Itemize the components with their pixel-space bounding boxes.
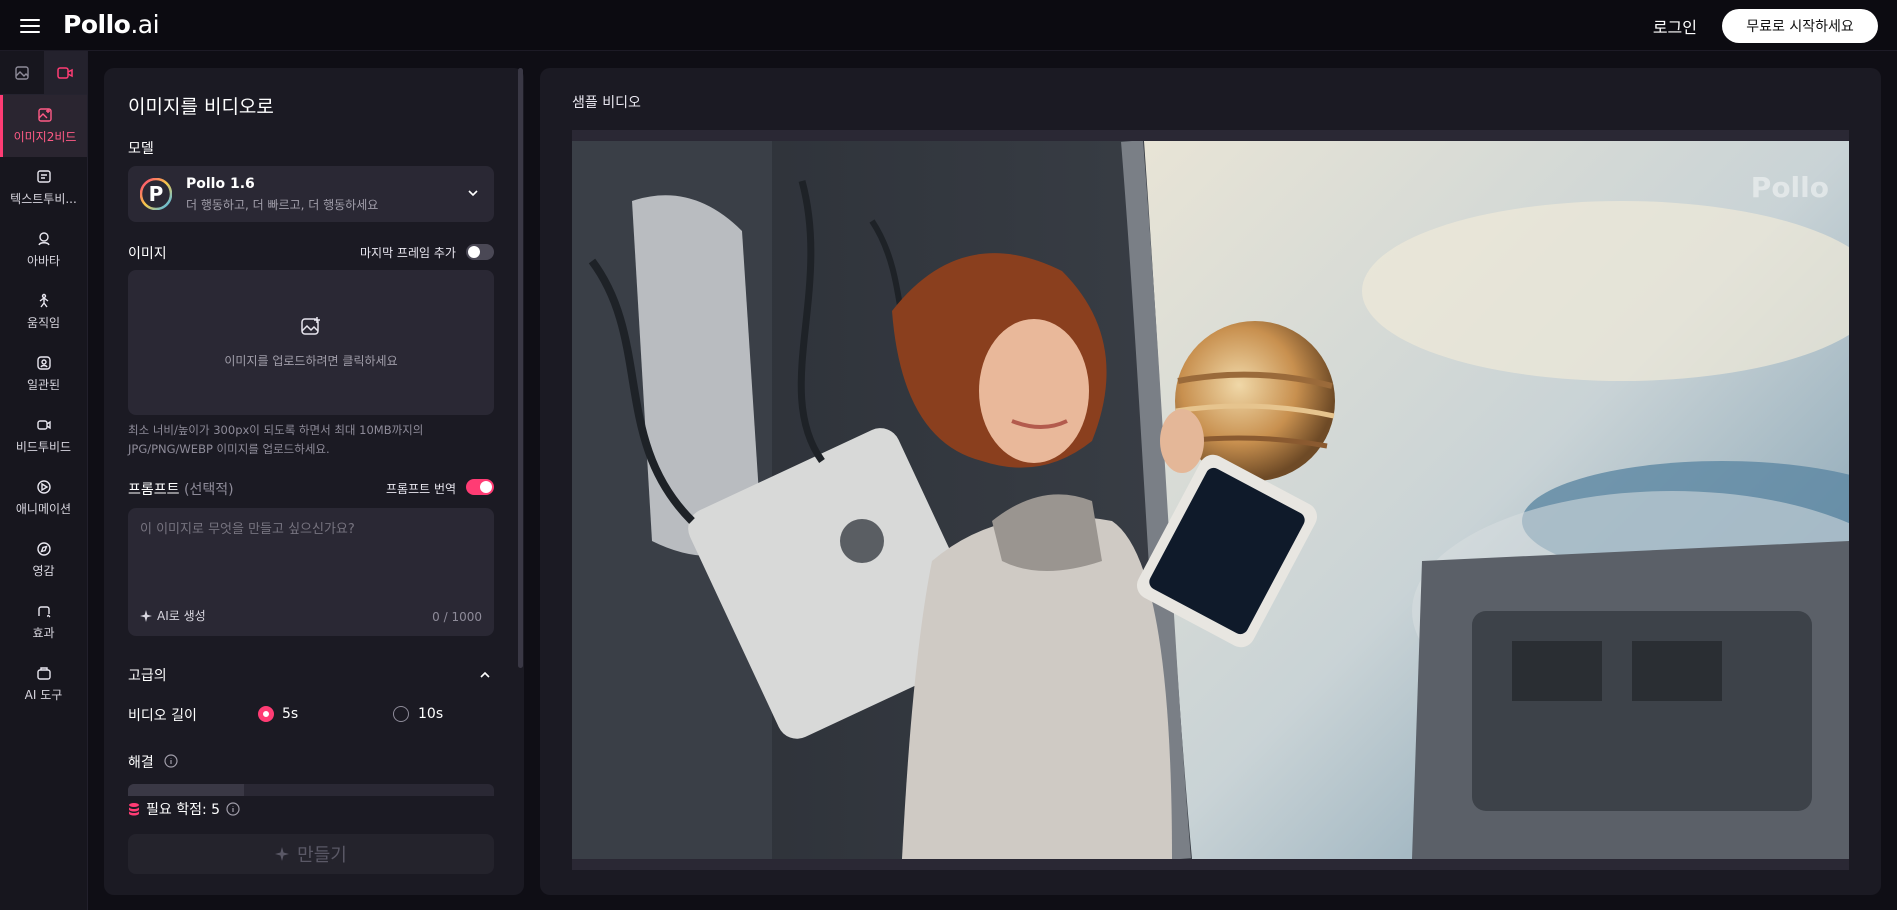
sidebar-item-label: 이미지2비드 — [13, 130, 77, 144]
sidebar-item-1[interactable]: 텍스트투비... — [0, 157, 87, 219]
chevron-up-icon[interactable] — [478, 668, 492, 682]
start-free-button[interactable]: 무료로 시작하세요 — [1722, 9, 1878, 43]
credits-text: 필요 학점: 5 — [146, 802, 221, 818]
duration-label: 비디오 길이 — [128, 708, 197, 724]
last-frame-label: 마지막 프레임 추가 — [360, 246, 456, 260]
info-icon[interactable] — [164, 754, 178, 768]
sidebar-item-5[interactable]: 비드투비드 — [0, 405, 87, 467]
ai-tools-icon — [36, 667, 51, 680]
info-icon[interactable] — [226, 802, 240, 816]
top-bar: Pollo.ai 로그인 무료로 시작하세요 — [0, 0, 1897, 51]
text-to-video-icon — [36, 170, 51, 183]
sidebar-item-label: AI 도구 — [24, 688, 63, 702]
sidebar-item-label: 애니메이션 — [15, 502, 72, 516]
create-label: 만들기 — [297, 845, 347, 866]
astronaut-scene-image — [572, 141, 1849, 859]
animation-icon — [36, 480, 51, 494]
form-title: 이미지를 비디오로 — [128, 96, 274, 118]
image-to-video-icon — [38, 108, 52, 122]
tab-image[interactable] — [0, 51, 44, 94]
compass-icon — [36, 542, 51, 556]
upload-hint: 최소 너비/높이가 300px이 되도록 하면서 최대 10MB까지의 JPG/… — [128, 423, 424, 456]
create-button[interactable]: 만들기 — [128, 834, 494, 874]
duration-5s-radio[interactable] — [258, 706, 274, 722]
sidebar-item-8[interactable]: 효과 — [0, 591, 87, 653]
image-label: 이미지 — [128, 246, 167, 262]
translate-toggle[interactable] — [466, 479, 494, 495]
resolution-selector[interactable] — [128, 784, 494, 796]
sidebar-item-9[interactable]: AI 도구 — [0, 653, 87, 715]
model-select[interactable]: P Pollo 1.6 더 행동하고, 더 빠르고, 더 행동하세요 — [128, 166, 494, 222]
consistent-icon — [36, 356, 51, 370]
model-description: 더 행동하고, 더 빠르고, 더 행동하세요 — [186, 198, 379, 212]
char-counter: 0 / 1000 — [432, 610, 482, 624]
svg-text:P: P — [149, 182, 164, 206]
prompt-label: 프롬프트 (선택적) — [128, 482, 234, 498]
pollo-watermark: Pollo — [1750, 171, 1829, 204]
sidebar-item-label: 일관된 — [26, 378, 61, 392]
duration-10s-label: 10s — [418, 706, 444, 722]
duration-10s-radio[interactable] — [393, 706, 409, 722]
sample-video[interactable]: Pollo — [572, 141, 1849, 859]
sidebar-item-label: 움직임 — [26, 316, 61, 330]
model-label: 모델 — [128, 141, 154, 157]
sample-video-label: 샘플 비디오 — [572, 95, 641, 111]
duration-5s-label: 5s — [282, 706, 299, 722]
image-icon — [15, 65, 29, 80]
prompt-input[interactable] — [140, 518, 480, 588]
form-scrollbar[interactable] — [518, 68, 523, 668]
sparkle-icon — [275, 847, 290, 861]
advanced-label[interactable]: 고급의 — [128, 665, 167, 685]
login-link[interactable]: 로그인 — [1653, 14, 1697, 38]
prompt-box: AI로 생성 0 / 1000 — [128, 508, 494, 636]
avatar-icon — [37, 232, 50, 246]
image-upload-area[interactable]: 이미지를 업로드하려면 클릭하세요 — [128, 270, 494, 415]
preview-panel: 샘플 비디오 Pollo — [540, 68, 1881, 895]
hamburger-menu-icon[interactable] — [20, 15, 44, 37]
resolution-label: 해결 — [128, 755, 154, 771]
coin-stack-icon — [129, 803, 139, 816]
required-credits: 필요 학점: 5 — [128, 799, 240, 819]
image-to-video-form: 이미지를 비디오로 모델 P Pollo 1.6 더 행동하고, 더 빠르고, … — [104, 68, 524, 895]
chevron-down-icon — [468, 190, 478, 197]
motion-icon — [39, 293, 48, 308]
translate-label: 프롬프트 번역 — [386, 482, 457, 496]
pollo-model-logo-icon: P — [140, 178, 172, 210]
sidebar-item-3[interactable]: 움직임 — [0, 281, 87, 343]
last-frame-toggle[interactable] — [466, 244, 494, 260]
ai-generate-label: AI로 생성 — [157, 609, 206, 623]
tab-video[interactable] — [43, 51, 87, 94]
video-to-video-icon — [36, 420, 51, 430]
ai-generate-button[interactable]: AI로 생성 — [140, 607, 206, 624]
sidebar-item-0[interactable]: 이미지2비드 — [0, 95, 87, 157]
sidebar: 이미지2비드텍스트투비... 아바타움직임일관된비드투비드애니메이션영감효과 AI … — [0, 51, 88, 910]
upload-instruction: 이미지를 업로드하려면 클릭하세요 — [224, 354, 398, 368]
effects-icon — [37, 606, 50, 618]
sidebar-item-label: 효과 — [32, 626, 55, 640]
sidebar-item-4[interactable]: 일관된 — [0, 343, 87, 405]
image-upload-icon — [301, 317, 320, 335]
sidebar-tabs — [0, 51, 87, 95]
sidebar-item-6[interactable]: 애니메이션 — [0, 467, 87, 529]
sample-video-frame: Pollo — [572, 130, 1849, 870]
model-name: Pollo 1.6 — [186, 176, 255, 192]
sidebar-item-label: 아바타 — [26, 254, 61, 268]
logo[interactable]: Pollo.ai — [63, 10, 160, 39]
sidebar-item-2[interactable]: 아바타 — [0, 219, 87, 281]
sparkle-icon — [140, 609, 152, 622]
sidebar-item-7[interactable]: 영감 — [0, 529, 87, 591]
sidebar-item-label: 비드투비드 — [15, 440, 72, 454]
prompt-optional-label: (선택적) — [183, 482, 234, 498]
sidebar-item-label: 영감 — [32, 564, 55, 578]
sidebar-item-label: 텍스트투비... — [10, 192, 77, 206]
video-icon — [57, 66, 73, 79]
